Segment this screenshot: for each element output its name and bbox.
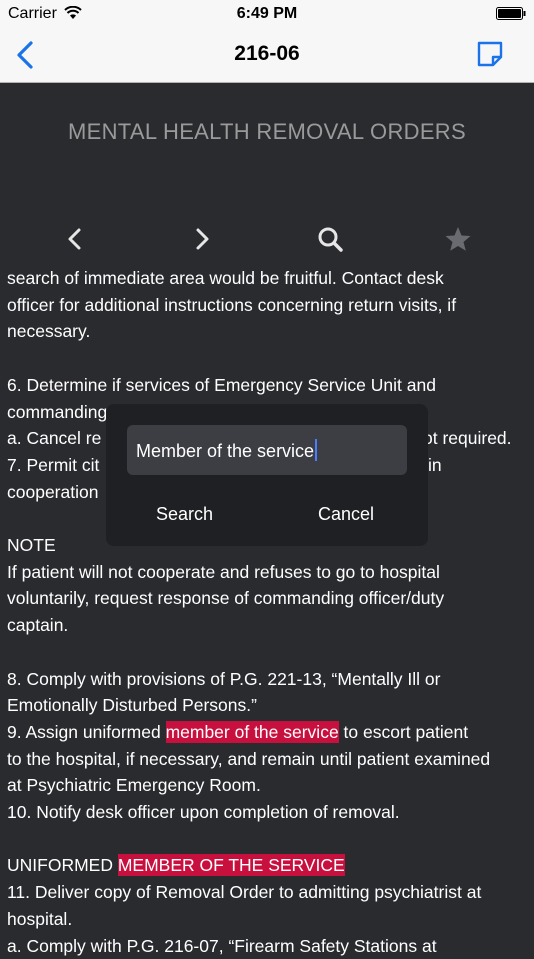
- text-fragment: in: [428, 454, 442, 475]
- next-chevron-icon[interactable]: [186, 223, 218, 255]
- cancel-button[interactable]: Cancel: [318, 504, 374, 525]
- clock: 6:49 PM: [236, 5, 298, 22]
- text-line: to the hospital, if necessary, and remai…: [7, 748, 491, 769]
- text-line: officer for additional instructions conc…: [7, 294, 457, 315]
- page-title: 216-06: [234, 42, 300, 65]
- star-icon[interactable]: [442, 223, 474, 255]
- text-line: at Psychiatric Emergency Room.: [7, 775, 261, 796]
- text-line: a. Comply with P.G. 216-07, “Firearm Saf…: [7, 935, 437, 956]
- text-line: necessary.: [7, 321, 91, 342]
- text-line: captain.: [7, 615, 69, 636]
- battery-icon: [496, 7, 526, 20]
- search-highlight: member of the service: [165, 720, 339, 743]
- text-line: 10. Notify desk officer upon completion …: [7, 802, 400, 823]
- text-fragment: UNIFORMED: [7, 855, 118, 876]
- text-fragment: 9. Assign uniformed: [7, 721, 166, 742]
- search-highlight: MEMBER OF THE SERVICE: [117, 854, 345, 877]
- text-fragment: a. Cancel re: [7, 428, 102, 449]
- text-line: 8. Comply with provisions of P.G. 221-13…: [7, 668, 441, 689]
- text-fragment: to escort patient: [338, 721, 469, 742]
- text-line: If patient will not cooperate and refuse…: [7, 561, 440, 582]
- text-caret: [315, 439, 318, 461]
- status-bar: Carrier 6:49 PM: [0, 0, 534, 28]
- text-fragment: 7. Permit cit: [7, 454, 100, 475]
- text-line: hospital.: [7, 908, 73, 929]
- text-line: 6. Determine if services of Emergency Se…: [7, 374, 436, 395]
- text-fragment: ot required.: [423, 428, 512, 449]
- text-line: voluntarily, request response of command…: [7, 588, 445, 609]
- search-dialog: Member of the service Search Cancel: [106, 404, 428, 546]
- document-title: MENTAL HEALTH REMOVAL ORDERS: [68, 119, 466, 144]
- text-line: Emotionally Disturbed Persons.”: [7, 695, 257, 716]
- search-button[interactable]: Search: [156, 504, 213, 525]
- text-line: 11. Deliver copy of Removal Order to adm…: [7, 882, 482, 903]
- document-body: search of immediate area would be fruitf…: [7, 265, 531, 959]
- search-icon[interactable]: [314, 223, 346, 255]
- text-line: 9. Assign uniformed member of the servic…: [7, 719, 531, 746]
- text-line: search of immediate area would be fruitf…: [7, 268, 444, 288]
- search-input[interactable]: Member of the service: [127, 425, 407, 475]
- previous-chevron-icon[interactable]: [59, 223, 91, 255]
- text-line: UNIFORMED MEMBER OF THE SERVICE: [7, 852, 531, 879]
- navigation-bar: 216-06: [0, 28, 534, 83]
- search-query: Member of the service: [136, 441, 315, 461]
- note-edit-icon[interactable]: [476, 40, 504, 68]
